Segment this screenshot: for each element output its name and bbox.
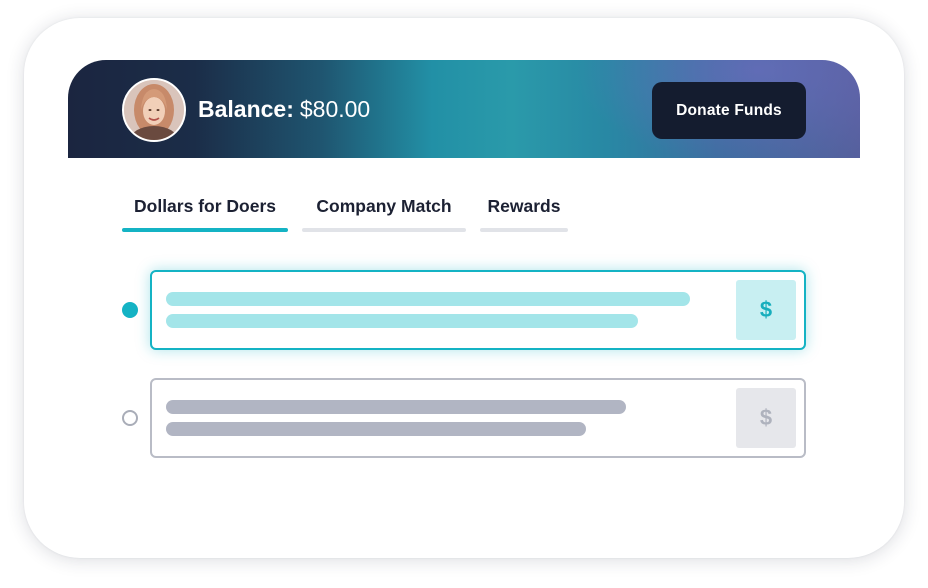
option-card-unselected[interactable]: $ <box>150 378 806 458</box>
option-card-selected[interactable]: $ <box>150 270 806 350</box>
balance-amount: $80.00 <box>299 96 371 122</box>
balance-display: Balance: $80.00 <box>198 94 370 124</box>
dollar-icon: $ <box>736 388 796 448</box>
tab-company-match[interactable]: Company Match <box>302 194 466 232</box>
tab-label: Rewards <box>487 196 561 216</box>
placeholder-text-line <box>166 422 586 436</box>
dollar-icon: $ <box>736 280 796 340</box>
tab-label: Dollars for Doers <box>134 196 276 216</box>
option-radio-selected[interactable] <box>122 302 138 318</box>
placeholder-text-line <box>166 292 690 306</box>
placeholder-text-line <box>166 400 626 414</box>
balance-label: Balance: <box>198 96 294 122</box>
tab-dollars-for-doers[interactable]: Dollars for Doers <box>122 194 288 232</box>
tab-indicator <box>302 228 466 232</box>
tab-rewards[interactable]: Rewards <box>480 194 568 232</box>
tab-active-indicator <box>122 228 288 232</box>
tab-label: Company Match <box>316 196 452 216</box>
tab-indicator <box>480 228 568 232</box>
option-radio-unselected[interactable] <box>122 410 138 426</box>
donate-funds-button[interactable]: Donate Funds <box>652 82 806 139</box>
placeholder-text-line <box>166 314 638 328</box>
user-avatar <box>122 78 186 142</box>
avatar-portrait-icon <box>124 80 184 140</box>
